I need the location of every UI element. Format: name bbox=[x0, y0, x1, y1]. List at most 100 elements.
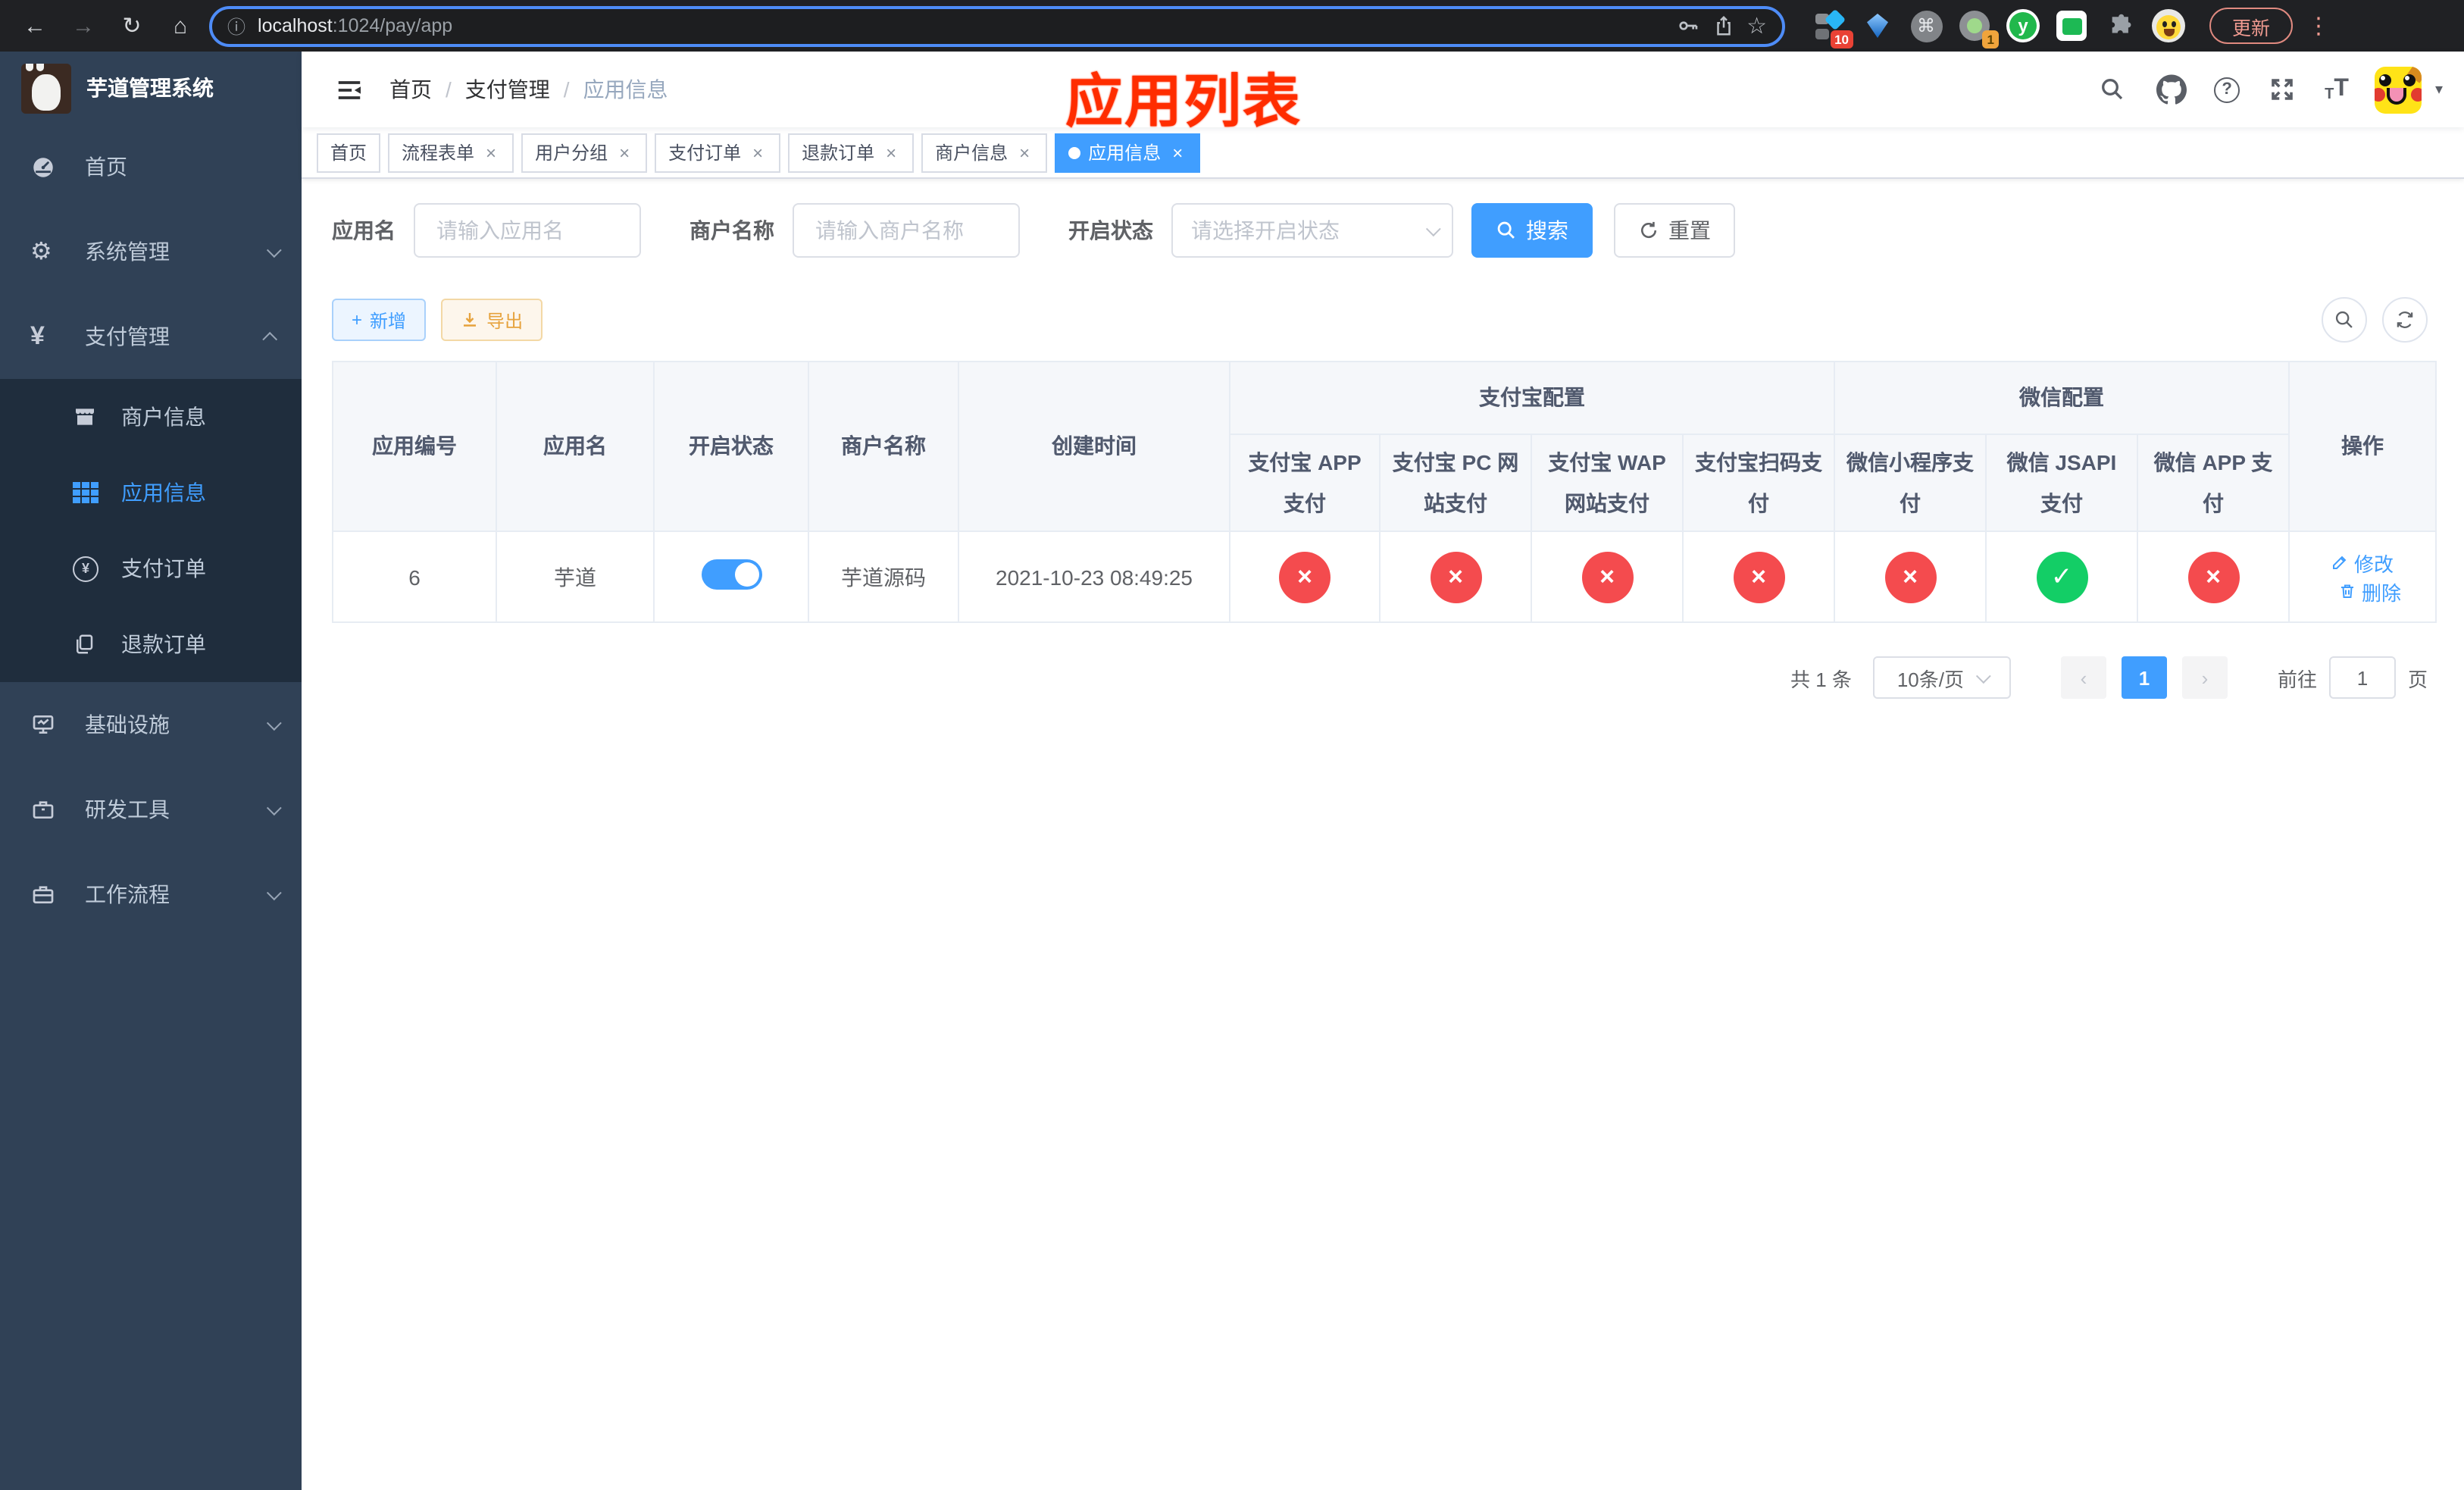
password-key-icon[interactable] bbox=[1675, 14, 1699, 38]
profile-avatar[interactable] bbox=[2152, 9, 2185, 42]
sidebar-item-payment[interactable]: ¥ 支付管理 bbox=[0, 294, 302, 379]
chrome-update-button[interactable]: 更新 bbox=[2209, 8, 2294, 44]
fullscreen-icon[interactable] bbox=[2265, 73, 2299, 106]
col-header-alipay-qr: 支付宝扫码支付 bbox=[1682, 434, 1835, 532]
sidebar-item-dev-tools[interactable]: 研发工具 bbox=[0, 767, 302, 852]
sidebar-collapse-icon[interactable] bbox=[323, 64, 374, 115]
tab-process-form[interactable]: 流程表单 × bbox=[388, 133, 514, 172]
sidebar: 芋道管理系统 首页 ⚙ 系统管理 ¥ 支付管理 商户信息 应用信息 ¥ 支付订单… bbox=[0, 52, 302, 1490]
refresh-button[interactable] bbox=[2382, 297, 2428, 343]
current-page[interactable]: 1 bbox=[2121, 656, 2167, 699]
tab-pay-order[interactable]: 支付订单 × bbox=[655, 133, 781, 172]
sidebar-item-app-info[interactable]: 应用信息 bbox=[0, 455, 302, 531]
site-info-icon[interactable]: ⓘ bbox=[227, 13, 245, 39]
close-icon[interactable]: × bbox=[482, 142, 500, 163]
share-icon[interactable] bbox=[1712, 14, 1734, 38]
help-icon[interactable]: ? bbox=[2214, 77, 2240, 102]
close-icon[interactable]: × bbox=[615, 142, 633, 163]
app-table: 应用编号 应用名 开启状态 商户名称 创建时间 支付宝配置 微信配置 操作 支付… bbox=[332, 361, 2438, 623]
app-name-field[interactable] bbox=[414, 203, 641, 258]
browser-back-icon[interactable]: ← bbox=[15, 6, 55, 45]
header-search-icon[interactable] bbox=[2096, 73, 2129, 106]
status-icon: × bbox=[1884, 551, 1936, 603]
cell-actions: 修改 删除 bbox=[2288, 531, 2437, 623]
export-button[interactable]: 导出 bbox=[441, 299, 543, 341]
font-size-icon[interactable]: TT bbox=[2325, 76, 2349, 103]
payment-submenu: 商户信息 应用信息 ¥ 支付订单 退款订单 bbox=[0, 379, 302, 682]
cell-wechat-jsapi: ✓ bbox=[1985, 531, 2138, 623]
prev-page-button[interactable]: ‹ bbox=[2060, 656, 2106, 699]
show-search-button[interactable] bbox=[2322, 297, 2367, 343]
user-avatar[interactable] bbox=[2374, 66, 2422, 113]
tab-merchant-info[interactable]: 商户信息 × bbox=[921, 133, 1048, 172]
top-navbar: 首页 / 支付管理 / 应用信息 ? T T ▾ bbox=[302, 52, 2464, 127]
cell-alipay-pc: × bbox=[1379, 531, 1532, 623]
extensions-puzzle-icon[interactable] bbox=[2103, 9, 2137, 42]
merchant-name-field[interactable] bbox=[793, 203, 1020, 258]
extension-badge: 10 bbox=[1830, 30, 1853, 49]
tab-home[interactable]: 首页 bbox=[317, 133, 381, 172]
edit-link[interactable]: 修改 bbox=[2331, 548, 2394, 577]
close-icon[interactable]: × bbox=[749, 142, 767, 163]
reset-button[interactable]: 重置 bbox=[1614, 203, 1735, 258]
enable-toggle[interactable] bbox=[701, 559, 761, 590]
cell-merchant: 芋道源码 bbox=[808, 531, 959, 623]
cell-alipay-wap: × bbox=[1531, 531, 1684, 623]
breadcrumb-home[interactable]: 首页 bbox=[389, 74, 432, 105]
browser-menu-icon[interactable]: ⋮ bbox=[2305, 12, 2332, 39]
extension-axure-icon[interactable]: 10 bbox=[1812, 8, 1853, 49]
chevron-down-icon bbox=[1425, 221, 1441, 236]
bookmark-star-icon[interactable]: ☆ bbox=[1746, 12, 1767, 39]
browser-reload-icon[interactable]: ↻ bbox=[112, 6, 152, 45]
next-page-button[interactable]: › bbox=[2181, 656, 2228, 699]
breadcrumb-payment[interactable]: 支付管理 bbox=[465, 74, 550, 105]
tab-user-group[interactable]: 用户分组 × bbox=[521, 133, 648, 172]
page-size-select[interactable]: 10条/页 bbox=[1872, 656, 2011, 699]
sidebar-item-home[interactable]: 首页 bbox=[0, 124, 302, 209]
delete-link[interactable]: 删除 bbox=[2339, 577, 2401, 606]
col-header-wechat-mini: 微信小程序支付 bbox=[1834, 434, 1987, 532]
extension-gem-icon[interactable] bbox=[1861, 9, 1894, 42]
merchant-name-input[interactable] bbox=[812, 217, 1000, 244]
app-logo[interactable]: 芋道管理系统 bbox=[0, 52, 302, 124]
sidebar-item-system[interactable]: ⚙ 系统管理 bbox=[0, 209, 302, 294]
active-dot bbox=[1068, 146, 1081, 158]
toolbox-icon bbox=[30, 797, 67, 822]
search-button[interactable]: 搜索 bbox=[1471, 203, 1593, 258]
close-icon[interactable]: × bbox=[1168, 142, 1187, 163]
cell-alipay-app: × bbox=[1229, 531, 1381, 623]
extension-y-icon[interactable]: y bbox=[2006, 9, 2040, 42]
close-icon[interactable]: × bbox=[1015, 142, 1033, 163]
extension-lens-icon[interactable]: 1 bbox=[1958, 9, 1999, 49]
sidebar-item-refund-order[interactable]: 退款订单 bbox=[0, 606, 302, 682]
cell-wechat-app: × bbox=[2137, 531, 2290, 623]
github-icon[interactable] bbox=[2155, 73, 2188, 106]
status-icon: × bbox=[2187, 551, 2239, 603]
breadcrumb: 首页 / 支付管理 / 应用信息 bbox=[389, 74, 668, 105]
cell-created: 2021-10-23 08:49:25 bbox=[958, 531, 1230, 623]
sidebar-item-infrastructure[interactable]: 基础设施 bbox=[0, 682, 302, 767]
browser-home-icon[interactable]: ⌂ bbox=[161, 6, 200, 45]
app-name-input[interactable] bbox=[433, 217, 621, 244]
sidebar-item-pay-order[interactable]: ¥ 支付订单 bbox=[0, 531, 302, 606]
status-select[interactable]: 请选择开启状态 bbox=[1171, 203, 1453, 258]
sidebar-menu: 首页 ⚙ 系统管理 ¥ 支付管理 商户信息 应用信息 ¥ 支付订单 退款订单 基… bbox=[0, 124, 302, 1490]
tab-app-info[interactable]: 应用信息 × bbox=[1055, 133, 1201, 172]
browser-forward-icon[interactable]: → bbox=[64, 6, 103, 45]
url-bar[interactable]: ⓘ localhost:1024/pay/app ☆ bbox=[209, 5, 1785, 46]
add-button[interactable]: + 新增 bbox=[332, 299, 427, 341]
tab-refund-order[interactable]: 退款订单 × bbox=[788, 133, 915, 172]
col-header-merchant: 商户名称 bbox=[808, 361, 959, 532]
extension-command-icon[interactable]: ⌘ bbox=[1909, 9, 1943, 42]
chevron-down-icon bbox=[266, 242, 282, 258]
sidebar-item-workflow[interactable]: 工作流程 bbox=[0, 852, 302, 937]
close-icon[interactable]: × bbox=[882, 142, 900, 163]
cell-app-name: 芋道 bbox=[496, 531, 655, 623]
extension-chat-icon[interactable] bbox=[2055, 9, 2088, 42]
monitor-icon bbox=[30, 712, 67, 737]
status-label: 开启状态 bbox=[1068, 218, 1153, 243]
breadcrumb-current: 应用信息 bbox=[583, 77, 668, 102]
sidebar-item-merchant-info[interactable]: 商户信息 bbox=[0, 379, 302, 455]
avatar-caret-icon[interactable]: ▾ bbox=[2435, 81, 2443, 98]
goto-page-input[interactable] bbox=[2328, 656, 2396, 699]
